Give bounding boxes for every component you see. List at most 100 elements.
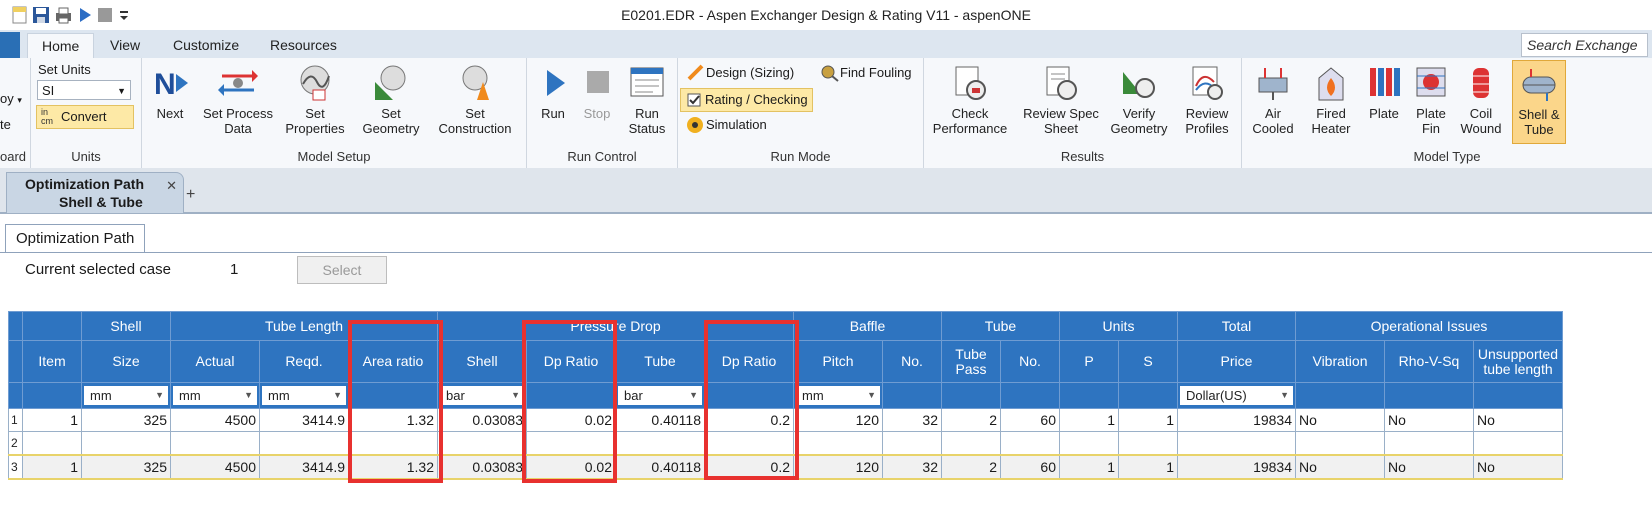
table-cell[interactable] (437, 431, 527, 456)
table-cell[interactable]: 1 (1059, 408, 1119, 432)
unit-cell[interactable]: mm ▼ (259, 382, 349, 409)
column-header[interactable]: Pitch (793, 340, 883, 383)
fired-heater-button[interactable]: Fired Heater (1304, 64, 1358, 136)
table-cell[interactable]: 32 (882, 408, 942, 432)
table-cell[interactable] (1000, 431, 1060, 456)
unit-cell[interactable]: mm ▼ (170, 382, 260, 409)
column-header[interactable]: Vibration (1295, 340, 1385, 383)
table-cell[interactable]: 0.40118 (615, 408, 705, 432)
find-fouling-button[interactable]: Find Fouling (816, 62, 916, 84)
tab-resources[interactable]: Resources (256, 33, 351, 58)
tab-customize[interactable]: Customize (159, 33, 253, 58)
table-cell[interactable]: 4500 (170, 408, 260, 432)
unit-select[interactable]: Dollar(US) ▼ (1180, 386, 1293, 405)
table-cell[interactable]: 0.03083 (437, 454, 527, 480)
table-cell[interactable] (882, 431, 942, 456)
table-cell[interactable]: 19834 (1177, 454, 1296, 480)
column-header[interactable]: Tube Pass (941, 340, 1001, 383)
column-header[interactable]: Actual (170, 340, 260, 383)
column-header[interactable]: Size (81, 340, 171, 383)
column-header[interactable]: P (1059, 340, 1119, 383)
column-header[interactable]: No. (1000, 340, 1060, 383)
column-header[interactable]: Reqd. (259, 340, 349, 383)
search-exchange-input[interactable]: Search Exchange (1521, 33, 1648, 57)
set-construction-button[interactable]: Set Construction (432, 64, 518, 136)
table-cell[interactable]: No (1384, 408, 1474, 432)
table-cell[interactable]: 2 (941, 408, 1001, 432)
table-cell[interactable] (1473, 431, 1563, 456)
set-geometry-button[interactable]: Set Geometry (356, 64, 426, 136)
set-process-data-button[interactable]: Set Process Data (200, 64, 276, 136)
column-header[interactable]: Rho-V-Sq (1384, 340, 1474, 383)
table-cell[interactable]: No (1295, 408, 1385, 432)
table-cell[interactable]: 60 (1000, 454, 1060, 480)
file-menu-button[interactable] (0, 32, 20, 58)
table-cell[interactable]: 1 (22, 408, 82, 432)
unit-cell[interactable]: Dollar(US) ▼ (1177, 382, 1296, 409)
set-properties-button[interactable]: Set Properties (282, 64, 348, 136)
table-cell[interactable]: 19834 (1177, 408, 1296, 432)
clipped-item[interactable]: oy ▾ (0, 91, 22, 106)
simulation-button[interactable]: Simulation (682, 114, 771, 136)
table-cell[interactable] (22, 431, 82, 456)
unit-select[interactable]: mm ▼ (262, 386, 346, 405)
unit-select[interactable]: bar ▼ (440, 386, 524, 405)
coil-wound-button[interactable]: Coil Wound (1456, 64, 1506, 136)
air-cooled-button[interactable]: Air Cooled (1248, 64, 1298, 136)
shell-tube-button[interactable]: Shell & Tube (1512, 60, 1566, 144)
table-cell[interactable]: 3414.9 (259, 454, 349, 480)
review-spec-sheet-button[interactable]: Review Spec Sheet (1020, 64, 1102, 136)
column-header[interactable]: Tube (615, 340, 705, 383)
unit-select[interactable]: bar ▼ (618, 386, 702, 405)
convert-button[interactable]: in cm Convert (36, 105, 134, 129)
units-select[interactable]: SI ▼ (37, 80, 131, 100)
table-cell[interactable] (1059, 431, 1119, 456)
table-cell[interactable]: No (1473, 408, 1563, 432)
table-cell[interactable]: 325 (81, 408, 171, 432)
column-header[interactable]: Shell (437, 340, 527, 383)
table-cell[interactable]: 3414.9 (259, 408, 349, 432)
table-cell[interactable]: 60 (1000, 408, 1060, 432)
design-sizing-button[interactable]: Design (Sizing) (682, 62, 798, 84)
column-header[interactable]: Price (1177, 340, 1296, 383)
unit-select[interactable]: mm ▼ (173, 386, 257, 405)
plate-button[interactable]: Plate (1362, 64, 1406, 121)
unit-cell[interactable]: mm ▼ (793, 382, 883, 409)
column-header[interactable]: Item (22, 340, 82, 383)
table-cell[interactable] (941, 431, 1001, 456)
table-cell[interactable] (259, 431, 349, 456)
table-cell[interactable] (1295, 431, 1385, 456)
tab-optimization-path[interactable]: Optimization Path (5, 224, 146, 253)
table-cell[interactable]: No (1295, 454, 1385, 480)
next-button[interactable]: N Next (146, 64, 194, 121)
rating-checking-button[interactable]: Rating / Checking (680, 88, 813, 112)
verify-geometry-button[interactable]: Verify Geometry (1108, 64, 1170, 136)
column-header[interactable]: No. (882, 340, 942, 383)
table-cell[interactable]: 325 (81, 454, 171, 480)
run-status-button[interactable]: Run Status (623, 64, 671, 136)
unit-cell[interactable]: bar ▼ (615, 382, 705, 409)
select-button[interactable]: Select (297, 256, 387, 284)
table-cell[interactable]: 0.40118 (615, 454, 705, 480)
unit-select[interactable]: mm ▼ (796, 386, 880, 405)
table-cell[interactable]: 120 (793, 408, 883, 432)
review-profiles-button[interactable]: Review Profiles (1178, 64, 1236, 136)
add-tab-button[interactable]: + (186, 186, 195, 204)
check-performance-button[interactable]: Check Performance (928, 64, 1012, 136)
close-icon[interactable]: ✕ (166, 178, 177, 194)
table-cell[interactable]: 1 (1118, 408, 1178, 432)
table-cell[interactable] (1384, 431, 1474, 456)
unit-select[interactable]: mm ▼ (84, 386, 168, 405)
table-cell[interactable]: 4500 (170, 454, 260, 480)
table-cell[interactable] (1177, 431, 1296, 456)
table-cell[interactable]: 1 (1118, 454, 1178, 480)
optimization-path-doc-tab[interactable]: Optimization Path Shell & Tube ✕ (6, 172, 184, 213)
table-cell[interactable]: No (1384, 454, 1474, 480)
table-cell[interactable] (1118, 431, 1178, 456)
unit-cell[interactable]: mm ▼ (81, 382, 171, 409)
stop-button[interactable]: Stop (577, 64, 617, 121)
tab-view[interactable]: View (96, 33, 154, 58)
plate-fin-button[interactable]: Plate Fin (1408, 64, 1454, 136)
table-cell[interactable] (615, 431, 705, 456)
table-cell[interactable] (81, 431, 171, 456)
